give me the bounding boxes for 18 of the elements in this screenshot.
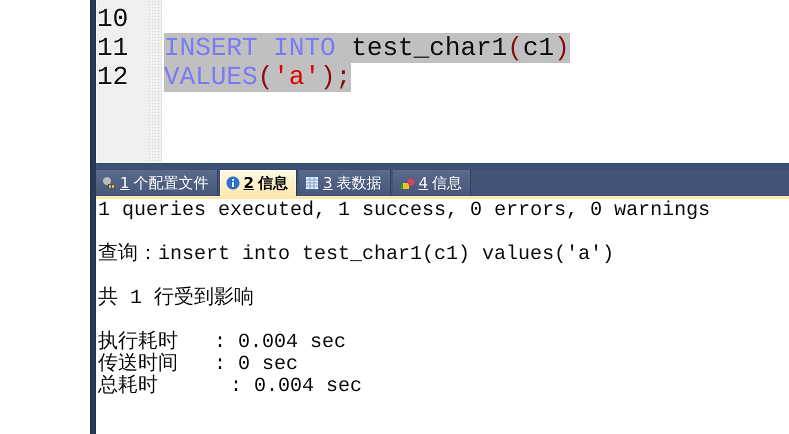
profile-icon: [102, 176, 116, 190]
line-number: 11: [96, 34, 130, 63]
output-line: 查询：insert into test_char1(c1) values('a'): [98, 244, 614, 266]
result-tab[interactable]: 1 个配置文件: [96, 170, 218, 196]
result-tab[interactable]: 4 信息: [392, 170, 472, 196]
output-line: 传送时间 : 0 sec: [98, 354, 298, 376]
table-icon: [304, 176, 319, 190]
line-number: 10: [96, 5, 130, 34]
line-number: 12: [96, 63, 130, 92]
output-line: 总耗时 : 0.004 sec: [98, 376, 362, 398]
output-line: 1 queries executed, 1 success, 0 errors, 0 warnings: [98, 200, 710, 222]
shapes-icon: [398, 176, 415, 190]
output-line: 执行耗时 : 0.004 sec: [98, 332, 346, 354]
result-tab[interactable]: 2 信息: [220, 170, 297, 196]
splitter-bar[interactable]: [96, 163, 789, 170]
info-icon: [226, 176, 240, 190]
result-tab[interactable]: 3 表数据: [298, 170, 391, 196]
output-line: 共 1 行受到影响: [98, 288, 254, 310]
